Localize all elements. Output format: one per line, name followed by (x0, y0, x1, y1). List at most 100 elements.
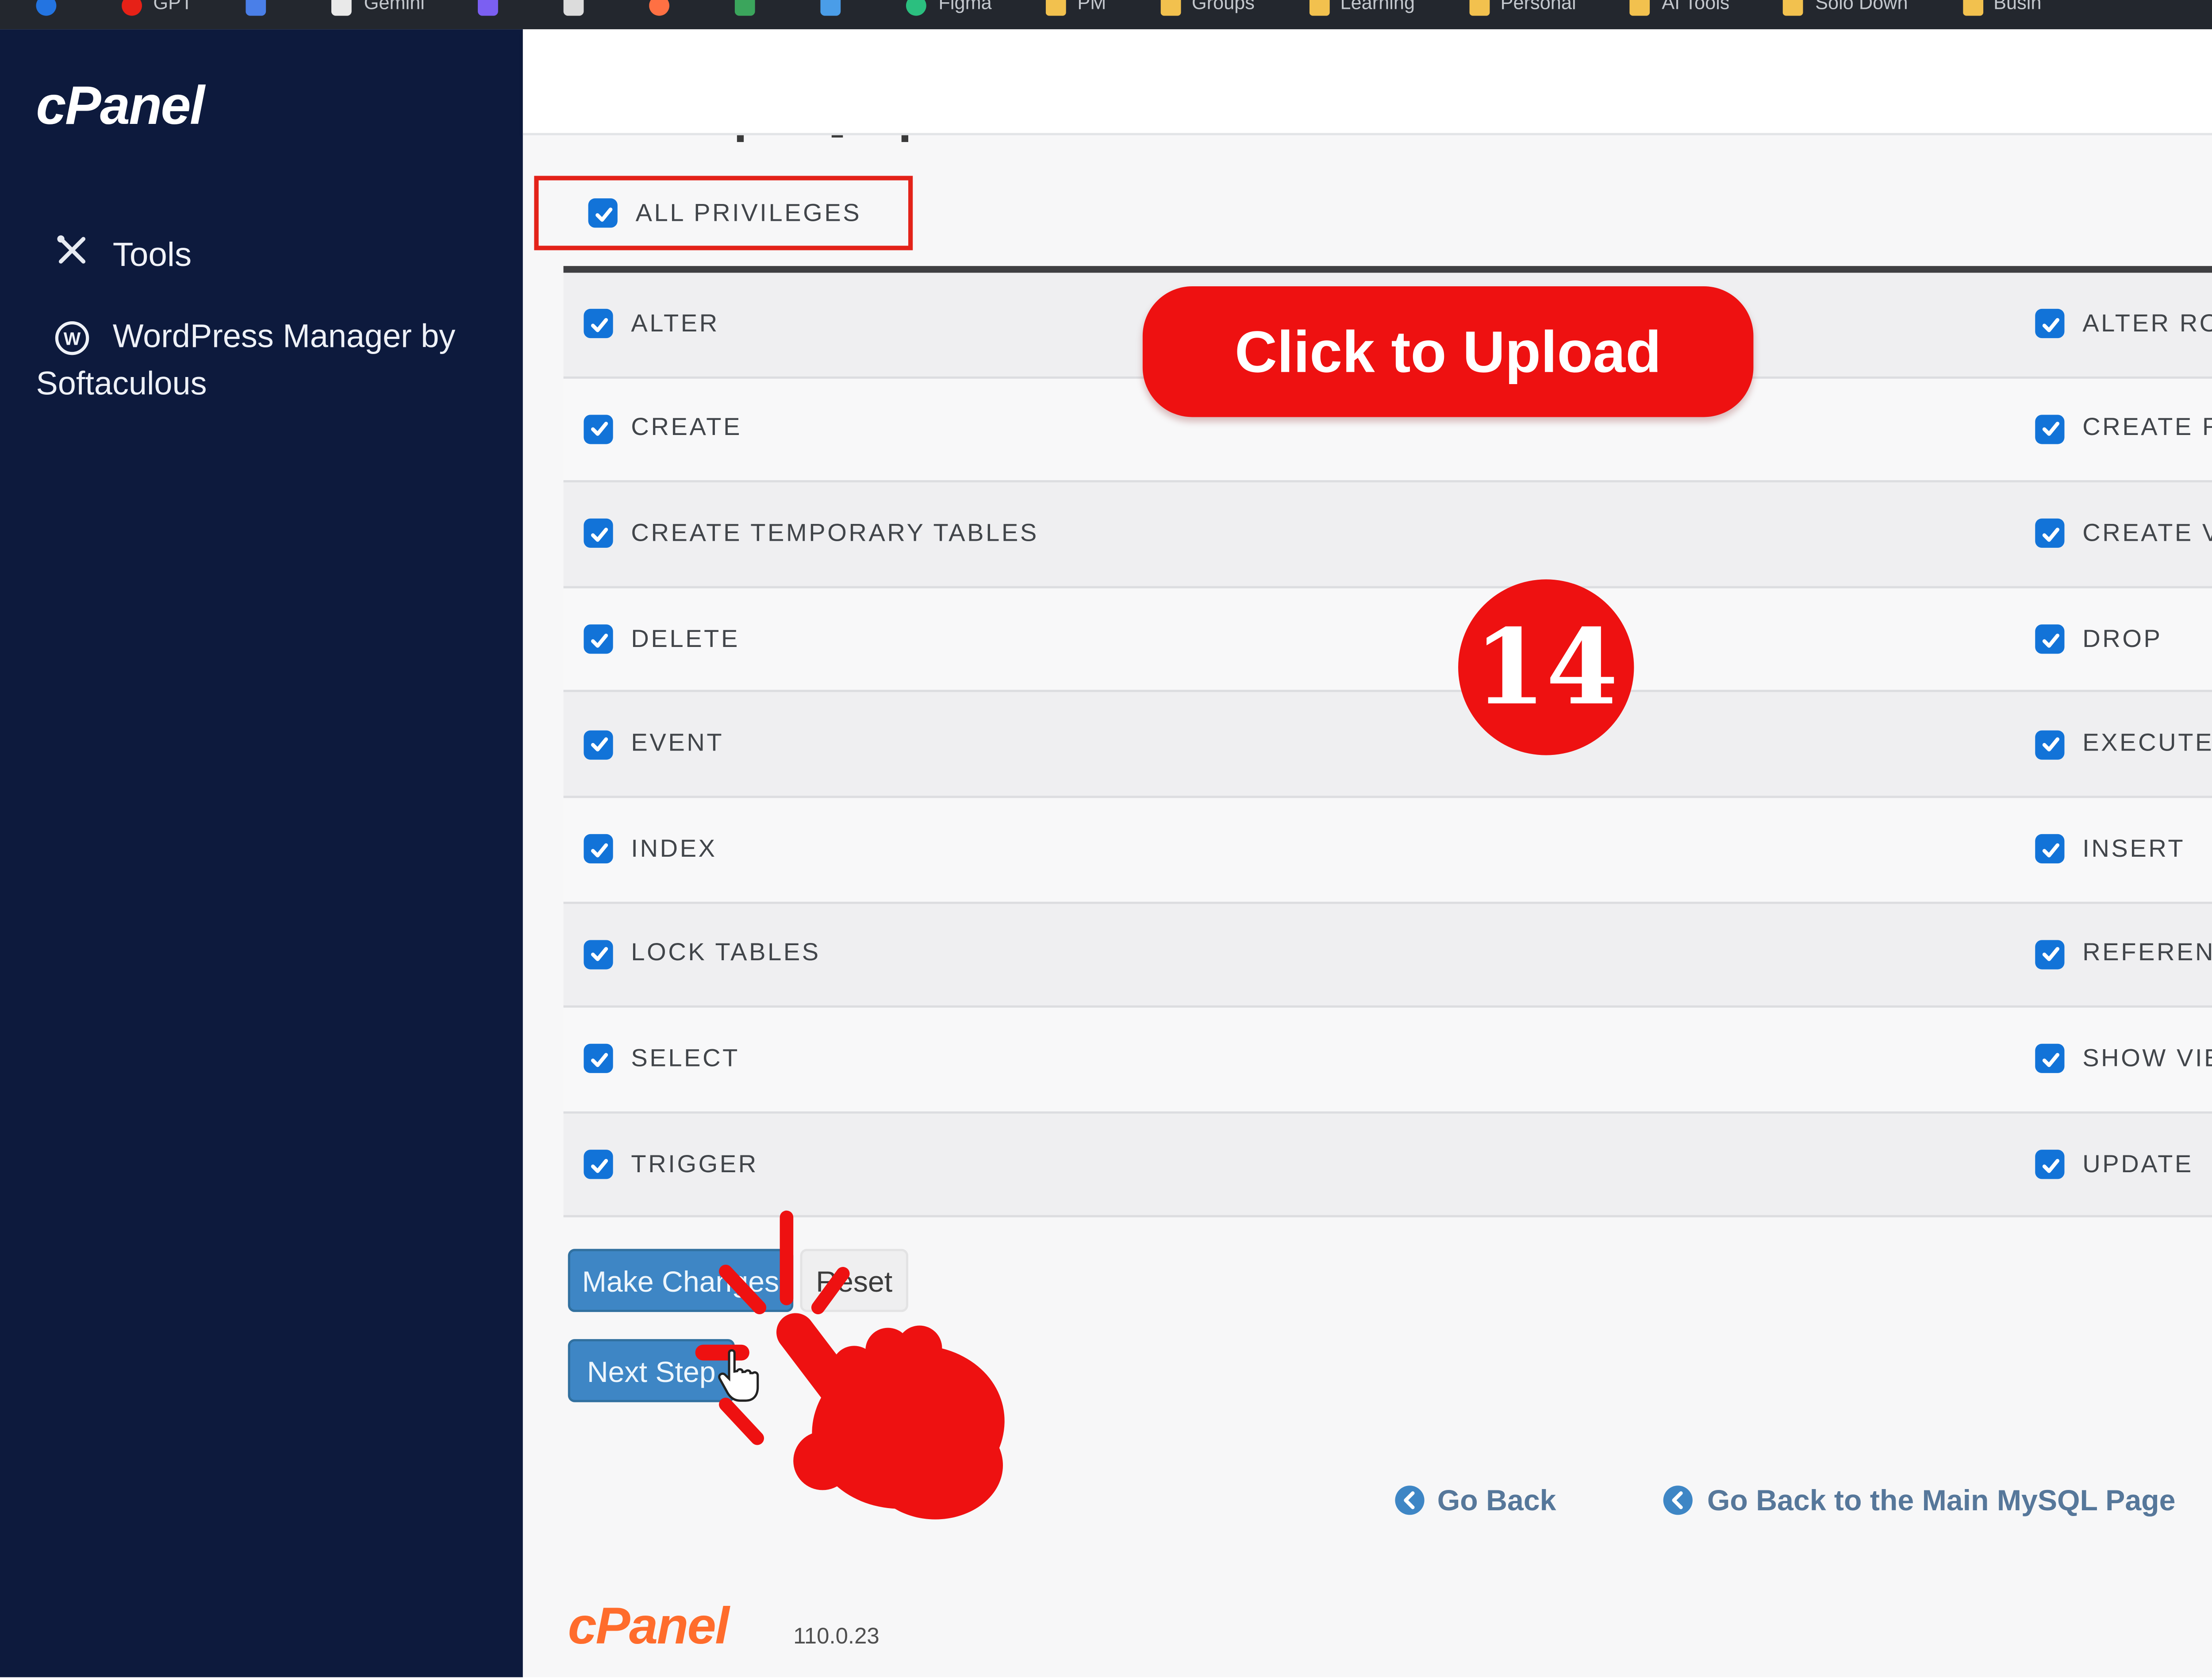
main-content: ALL PRIVILEGES ALTER ALTER ROUTINE CREAT… (522, 135, 2212, 1678)
bookmark-item[interactable]: Gemini (332, 0, 425, 29)
bookmark-label: Solo Down (1815, 0, 1908, 14)
privilege-checkbox[interactable] (2035, 520, 2065, 549)
privilege-checkbox[interactable] (584, 939, 613, 969)
go-back-label: Go Back (1437, 1483, 1556, 1517)
privilege-label: SHOW VIEW (2082, 1046, 2212, 1073)
favicon-icon (479, 0, 499, 16)
privilege-label: CREATE (631, 416, 742, 443)
bookmark-label: Gemini (364, 0, 425, 14)
go-back-link[interactable]: Go Back (1394, 1483, 1556, 1517)
clipped-heading-fragment (901, 135, 909, 141)
folder-icon (1309, 0, 1329, 16)
privilege-checkbox[interactable] (584, 729, 613, 759)
cpanel-logo[interactable]: cPanel (36, 77, 205, 140)
privilege-checkbox[interactable] (584, 309, 613, 339)
clipped-heading-fragment (831, 135, 843, 138)
folder-icon (1630, 0, 1651, 16)
cpanel-footer-logo[interactable]: cPanel (568, 1596, 730, 1657)
bookmark-folder[interactable]: Learning (1309, 0, 1415, 29)
bookmark-label: AI Tools (1662, 0, 1730, 14)
step-number-badge: 14 (1458, 579, 1634, 755)
privilege-label: ALTER ROUTINE (2082, 310, 2212, 338)
privilege-checkbox[interactable] (2035, 1150, 2065, 1179)
privilege-label: REFERENCES (2082, 941, 2212, 968)
cpanel-version: 110.0.23 (793, 1625, 879, 1651)
privilege-checkbox[interactable] (584, 835, 613, 864)
privilege-label: CREATE VIEW (2082, 520, 2212, 548)
privilege-label: CREATE TEMPORARY TABLES (631, 520, 1039, 548)
bookmark-item[interactable] (650, 0, 681, 29)
privilege-checkbox[interactable] (2035, 414, 2065, 444)
bookmark-item[interactable]: GPT (122, 0, 192, 29)
sidebar-item-wordpress-manager[interactable]: W WordPress Manager by (0, 309, 577, 363)
favicon-icon (246, 0, 267, 16)
bookmark-item[interactable] (479, 0, 510, 29)
make-changes-button[interactable]: Make Changes (568, 1249, 794, 1312)
privilege-label: ALTER (631, 310, 719, 338)
bookmark-folder[interactable]: Groups (1160, 0, 1255, 29)
bookmark-label: Groups (1191, 0, 1255, 14)
sidebar-item-tools[interactable]: Tools (0, 228, 577, 282)
bookmark-item[interactable] (821, 0, 853, 29)
svg-text:W: W (64, 328, 81, 349)
privilege-row: CREATE TEMPORARY TABLES CREATE VIEW (563, 483, 2212, 588)
privilege-checkbox[interactable] (2035, 939, 2065, 969)
all-privileges-label: ALL PRIVILEGES (635, 199, 862, 227)
folder-icon (1160, 0, 1181, 16)
browser-bookmarks-bar: GPT Gemini Figma PM Groups Learning Pers… (0, 0, 2212, 30)
all-privileges-checkbox[interactable] (588, 198, 618, 228)
privilege-checkbox[interactable] (2035, 1045, 2065, 1074)
sidebar-item-label-line2[interactable]: Softaculous (36, 367, 207, 404)
privilege-checkbox[interactable] (584, 414, 613, 444)
bookmark-label: Learning (1340, 0, 1415, 14)
bookmark-item[interactable]: Figma (907, 0, 992, 29)
bookmark-label: Figma (938, 0, 992, 14)
privilege-checkbox[interactable] (584, 1150, 613, 1179)
bookmark-label: Busin (1993, 0, 2042, 14)
privilege-label: TRIGGER (631, 1151, 758, 1178)
folder-icon (1962, 0, 1982, 16)
go-back-mysql-link[interactable]: Go Back to the Main MySQL Page (1664, 1483, 2176, 1517)
privilege-label: LOCK TABLES (631, 941, 821, 968)
privilege-checkbox[interactable] (584, 624, 613, 654)
bookmark-item[interactable] (246, 0, 278, 29)
tools-icon (54, 231, 90, 278)
reset-button[interactable]: Reset (800, 1249, 909, 1312)
privilege-label: DELETE (631, 626, 740, 653)
privilege-checkbox[interactable] (2035, 624, 2065, 654)
privilege-checkbox[interactable] (2035, 729, 2065, 759)
bookmark-folder[interactable]: Busin (1962, 0, 2042, 29)
privilege-label: EVENT (631, 731, 724, 758)
privilege-row: DELETE DROP (563, 588, 2212, 693)
privilege-checkbox[interactable] (584, 1045, 613, 1074)
click-to-upload-annotation[interactable]: Click to Upload (1142, 286, 1754, 417)
screenshot-stage: GPT Gemini Figma PM Groups Learning Pers… (0, 0, 2212, 1678)
bookmark-item[interactable] (735, 0, 767, 29)
privilege-checkbox[interactable] (2035, 309, 2065, 339)
privilege-row: SELECT SHOW VIEW (563, 1008, 2212, 1113)
favicon-icon (735, 0, 756, 16)
privilege-label: SELECT (631, 1046, 740, 1073)
privilege-checkbox[interactable] (2035, 835, 2065, 864)
favicon-icon (564, 0, 585, 16)
folder-icon (1046, 0, 1066, 16)
all-privileges-highlight-box: ALL PRIVILEGES (534, 176, 913, 250)
next-step-button[interactable]: Next Step (568, 1339, 735, 1402)
privilege-checkbox[interactable] (584, 520, 613, 549)
favicon-icon (36, 0, 57, 16)
bookmark-item[interactable] (564, 0, 596, 29)
go-back-mysql-label: Go Back to the Main MySQL Page (1707, 1483, 2176, 1517)
folder-icon (1469, 0, 1490, 16)
privilege-label: INDEX (631, 835, 717, 863)
bookmark-folder[interactable]: Solo Down (1783, 0, 1908, 29)
bookmark-folder[interactable]: PM (1046, 0, 1106, 29)
privilege-label: INSERT (2082, 835, 2185, 863)
bookmark-label: GPT (153, 0, 193, 14)
go-back-links-row: Go Back Go Back to the Main MySQL Page (523, 1483, 2212, 1517)
sidebar-item-label: WordPress Manager by (112, 320, 456, 356)
bookmark-folder[interactable]: Personal (1469, 0, 1576, 29)
privilege-row: LOCK TABLES REFERENCES (563, 903, 2212, 1008)
privilege-label: EXECUTE (2082, 731, 2212, 758)
bookmark-folder[interactable]: AI Tools (1630, 0, 1730, 29)
bookmark-item[interactable] (36, 0, 68, 29)
